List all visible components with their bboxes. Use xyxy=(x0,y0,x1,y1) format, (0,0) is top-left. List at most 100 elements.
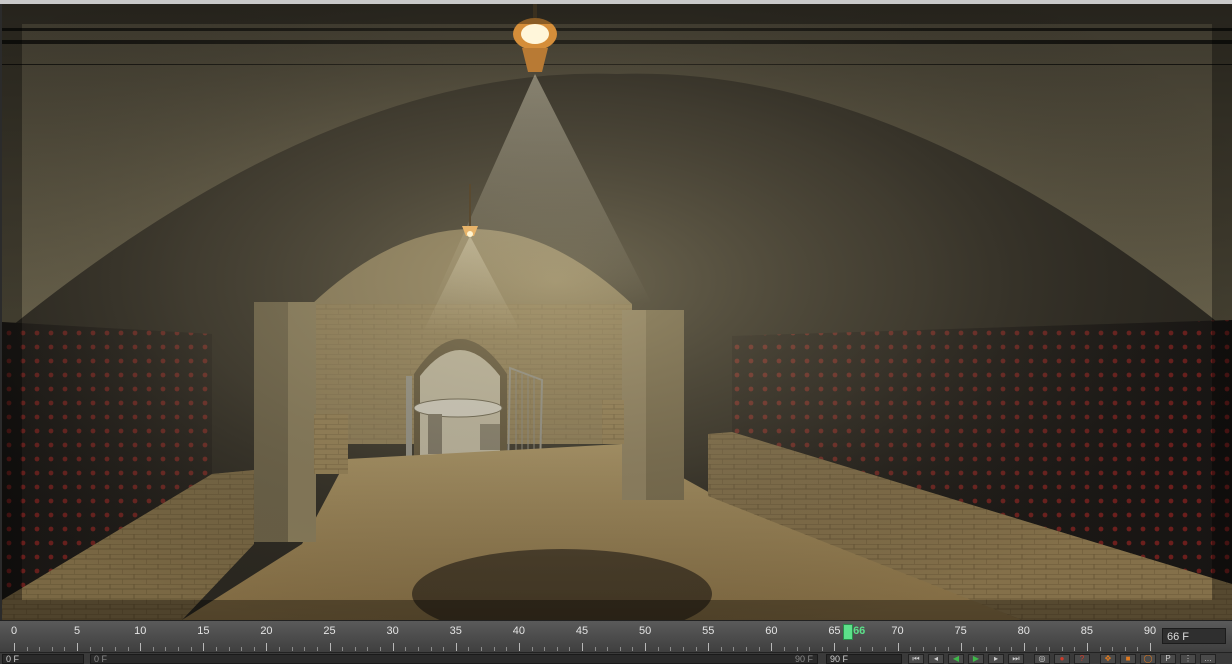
tick-minor xyxy=(935,647,937,651)
tick-minor xyxy=(152,647,154,651)
skip-back-icon: ⏮ xyxy=(912,654,920,663)
current-frame-field[interactable]: 66 F xyxy=(1162,628,1226,644)
tick-minor xyxy=(973,647,975,651)
tick-minor xyxy=(304,647,306,651)
rotate-key-icon: ◯ xyxy=(1143,654,1153,663)
tick-minor xyxy=(127,647,129,651)
tick-minor xyxy=(291,647,293,651)
tick-minor xyxy=(405,647,407,651)
tick-minor xyxy=(783,647,785,651)
play-icon: ▶ xyxy=(972,654,980,663)
tick-minor xyxy=(1074,647,1076,651)
tick-minor xyxy=(1036,647,1038,651)
tick-minor xyxy=(102,647,104,651)
tick-minor xyxy=(1061,647,1063,651)
tick-minor xyxy=(594,647,596,651)
tick-minor xyxy=(746,647,748,651)
tick-minor xyxy=(165,647,167,651)
cellar-scene xyxy=(2,4,1232,620)
tick-label: 40 xyxy=(512,625,525,637)
tick-label: 80 xyxy=(1017,625,1030,637)
tick-mark xyxy=(203,643,205,651)
tick-minor xyxy=(821,647,823,651)
tick-minor xyxy=(443,647,445,651)
playhead[interactable] xyxy=(843,624,854,640)
tick-minor xyxy=(26,647,28,651)
tick-label: 70 xyxy=(891,625,904,637)
tick-mark xyxy=(455,643,457,651)
timeline-ruler[interactable]: 0 5 10 15 20 25 30 35 40 45 50 55 60 65 70 75 80 85 90 66 … xyxy=(0,620,1232,653)
tick-minor xyxy=(380,647,382,651)
tick-minor xyxy=(569,647,571,651)
tick-minor xyxy=(657,647,659,651)
grid-icon: ⋮ xyxy=(1184,654,1192,663)
tick-minor xyxy=(215,647,217,651)
record-icon: ● xyxy=(1059,654,1065,663)
more-icon: … xyxy=(1204,654,1212,663)
tick-minor xyxy=(619,647,621,651)
tick-minor xyxy=(910,647,912,651)
tick-minor xyxy=(872,647,874,651)
tick-minor xyxy=(114,647,116,651)
tick-mark xyxy=(771,643,773,651)
tick-minor xyxy=(859,647,861,651)
skip-forward-icon: ⏭ xyxy=(1012,654,1020,663)
tick-minor xyxy=(241,647,243,651)
tick-mark xyxy=(392,643,394,651)
tick-mark xyxy=(266,643,268,651)
tick-minor xyxy=(1049,647,1051,651)
tick-mark xyxy=(1150,643,1151,651)
tick-mark xyxy=(14,643,15,651)
tick-minor xyxy=(279,647,281,651)
tick-label: 45 xyxy=(575,625,589,637)
tick-minor xyxy=(682,647,684,651)
move-key-icon: ✥ xyxy=(1104,654,1112,663)
tick-label: 15 xyxy=(197,625,210,637)
tick-mark xyxy=(582,643,583,651)
tick-minor xyxy=(998,647,1000,651)
tick-minor xyxy=(253,647,255,651)
tick-minor xyxy=(354,647,356,651)
render-viewport[interactable] xyxy=(2,4,1232,620)
current-frame-label: 66 xyxy=(853,625,866,637)
tick-minor xyxy=(758,647,760,651)
tick-minor xyxy=(481,647,483,651)
tick-label: 5 xyxy=(74,625,81,637)
playback-controls: 0 F 0 F 90 F 90 F ⏮ ◂ ◀ ▶ ▸ ⏭ ◎ ● ? ✥ ■ … xyxy=(0,652,1232,664)
tick-minor xyxy=(89,647,91,651)
tick-minor xyxy=(430,647,432,651)
next-key-icon: ▸ xyxy=(993,654,998,663)
tick-minor xyxy=(809,647,811,651)
tick-mark xyxy=(329,643,331,651)
tick-label: 55 xyxy=(702,625,715,637)
tick-minor xyxy=(367,647,369,651)
tick-minor xyxy=(733,647,735,651)
tick-mark xyxy=(834,643,836,651)
tick-minor xyxy=(506,647,508,651)
tick-minor xyxy=(720,647,722,651)
help-icon: ? xyxy=(1079,654,1085,663)
tick-minor xyxy=(190,647,192,651)
tick-minor xyxy=(228,647,230,651)
tick-minor xyxy=(1124,647,1126,651)
tick-minor xyxy=(670,647,672,651)
tick-mark xyxy=(897,643,899,651)
key-icon: ■ xyxy=(1125,654,1131,663)
tick-label: 25 xyxy=(323,625,336,637)
tick-minor xyxy=(1112,647,1114,651)
tick-minor xyxy=(531,647,533,651)
tick-minor xyxy=(493,647,495,651)
tick-minor xyxy=(847,647,849,651)
tick-mark xyxy=(77,643,79,651)
tick-minor xyxy=(64,647,66,651)
tick-minor xyxy=(1011,647,1013,651)
tick-mark xyxy=(645,643,647,651)
tick-minor xyxy=(922,647,924,651)
tick-minor xyxy=(1099,647,1101,651)
ruler-ticks[interactable]: 0 5 10 15 20 25 30 35 40 45 50 55 60 65 70 75 80 85 90 xyxy=(0,621,1160,653)
tick-label: 85 xyxy=(1080,625,1093,637)
tick-minor xyxy=(607,647,609,651)
tick-minor xyxy=(316,647,318,651)
tick-mark xyxy=(1023,643,1025,651)
tick-mark xyxy=(708,643,710,651)
